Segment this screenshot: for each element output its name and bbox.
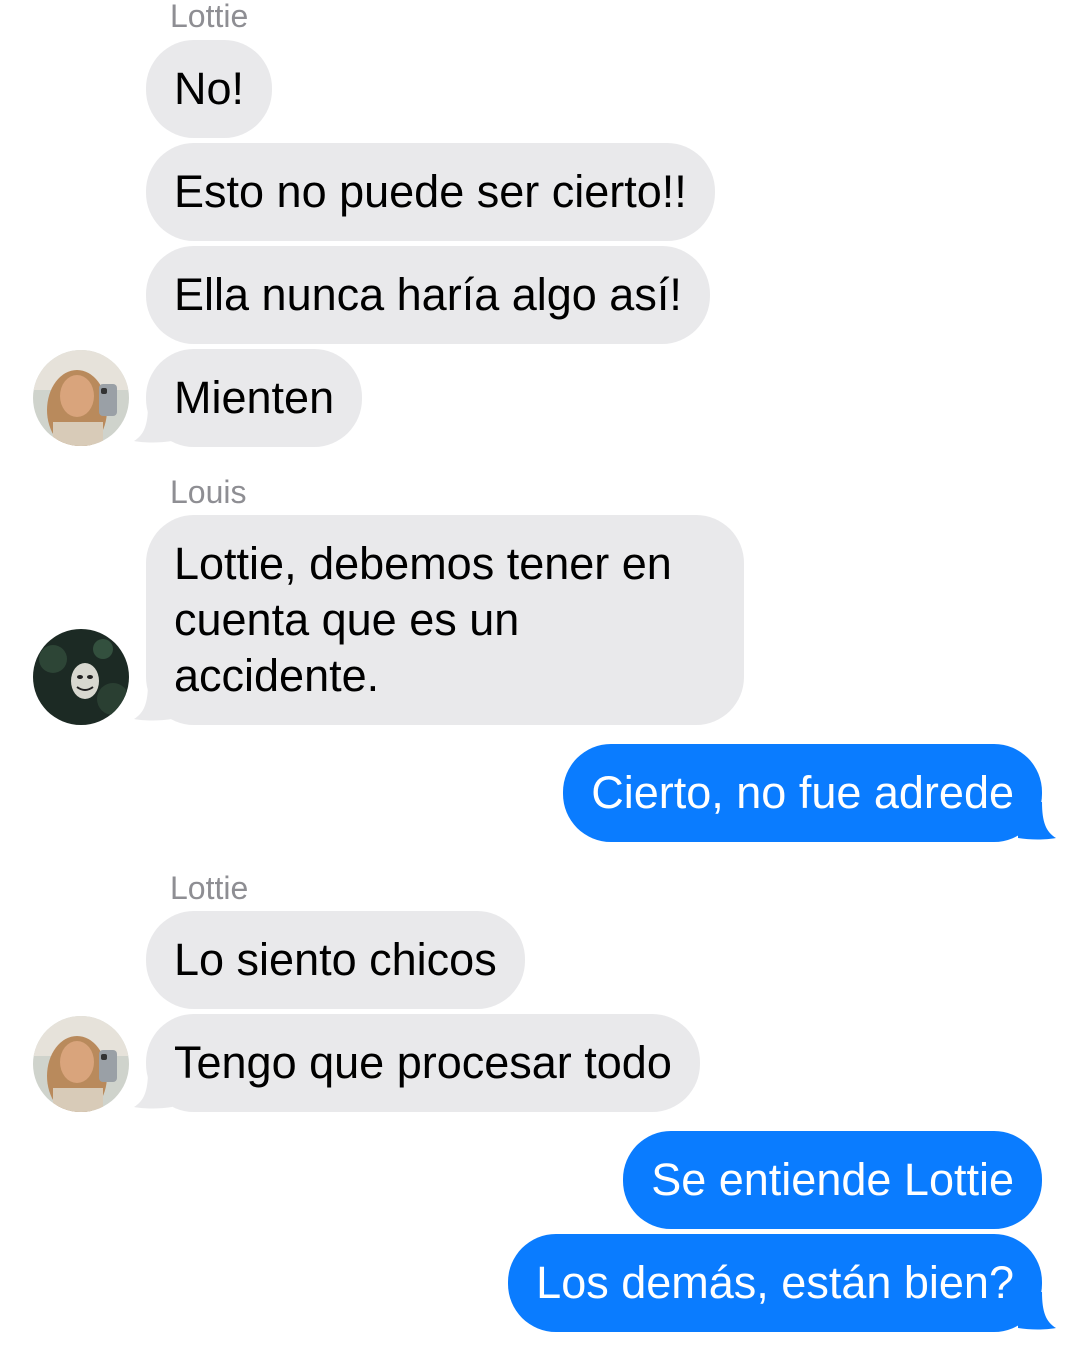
bubble-tail xyxy=(134,405,172,443)
sender-name: Louis xyxy=(170,474,247,510)
message-bubble[interactable]: Lo siento chicos xyxy=(146,911,525,1009)
photo-portrait-icon xyxy=(33,350,129,446)
message-bubble[interactable]: Tengo que procesar todo xyxy=(146,1014,700,1112)
message-bubble[interactable]: Mienten xyxy=(146,349,363,447)
sender-name: Lottie xyxy=(170,870,249,906)
sender-name: Lottie xyxy=(170,0,249,34)
bubble-tail xyxy=(134,683,172,721)
message-bubble[interactable]: Los demás, están bien? xyxy=(508,1234,1042,1332)
bubble-tail xyxy=(1018,1292,1056,1330)
lottie-avatar[interactable] xyxy=(33,1016,129,1112)
bubble-tail xyxy=(134,1071,172,1109)
mask-photo-icon xyxy=(33,629,129,725)
louis-avatar[interactable] xyxy=(33,629,129,725)
message-bubble[interactable]: Se entiende Lottie xyxy=(623,1131,1042,1229)
message-bubble[interactable]: Cierto, no fue adrede xyxy=(563,744,1042,842)
message-thread: Lottie No! Esto no puede ser cierto!! El… xyxy=(0,0,1080,1351)
message-bubble[interactable]: Ella nunca haría algo así! xyxy=(146,246,710,344)
bubble-tail xyxy=(1018,802,1056,840)
photo-portrait-icon xyxy=(33,1016,129,1112)
message-bubble[interactable]: No! xyxy=(146,40,273,138)
message-bubble[interactable]: Esto no puede ser cierto!! xyxy=(146,143,715,241)
message-bubble[interactable]: Lottie, debemos tener en cuenta que es u… xyxy=(146,515,744,725)
lottie-avatar[interactable] xyxy=(33,350,129,446)
